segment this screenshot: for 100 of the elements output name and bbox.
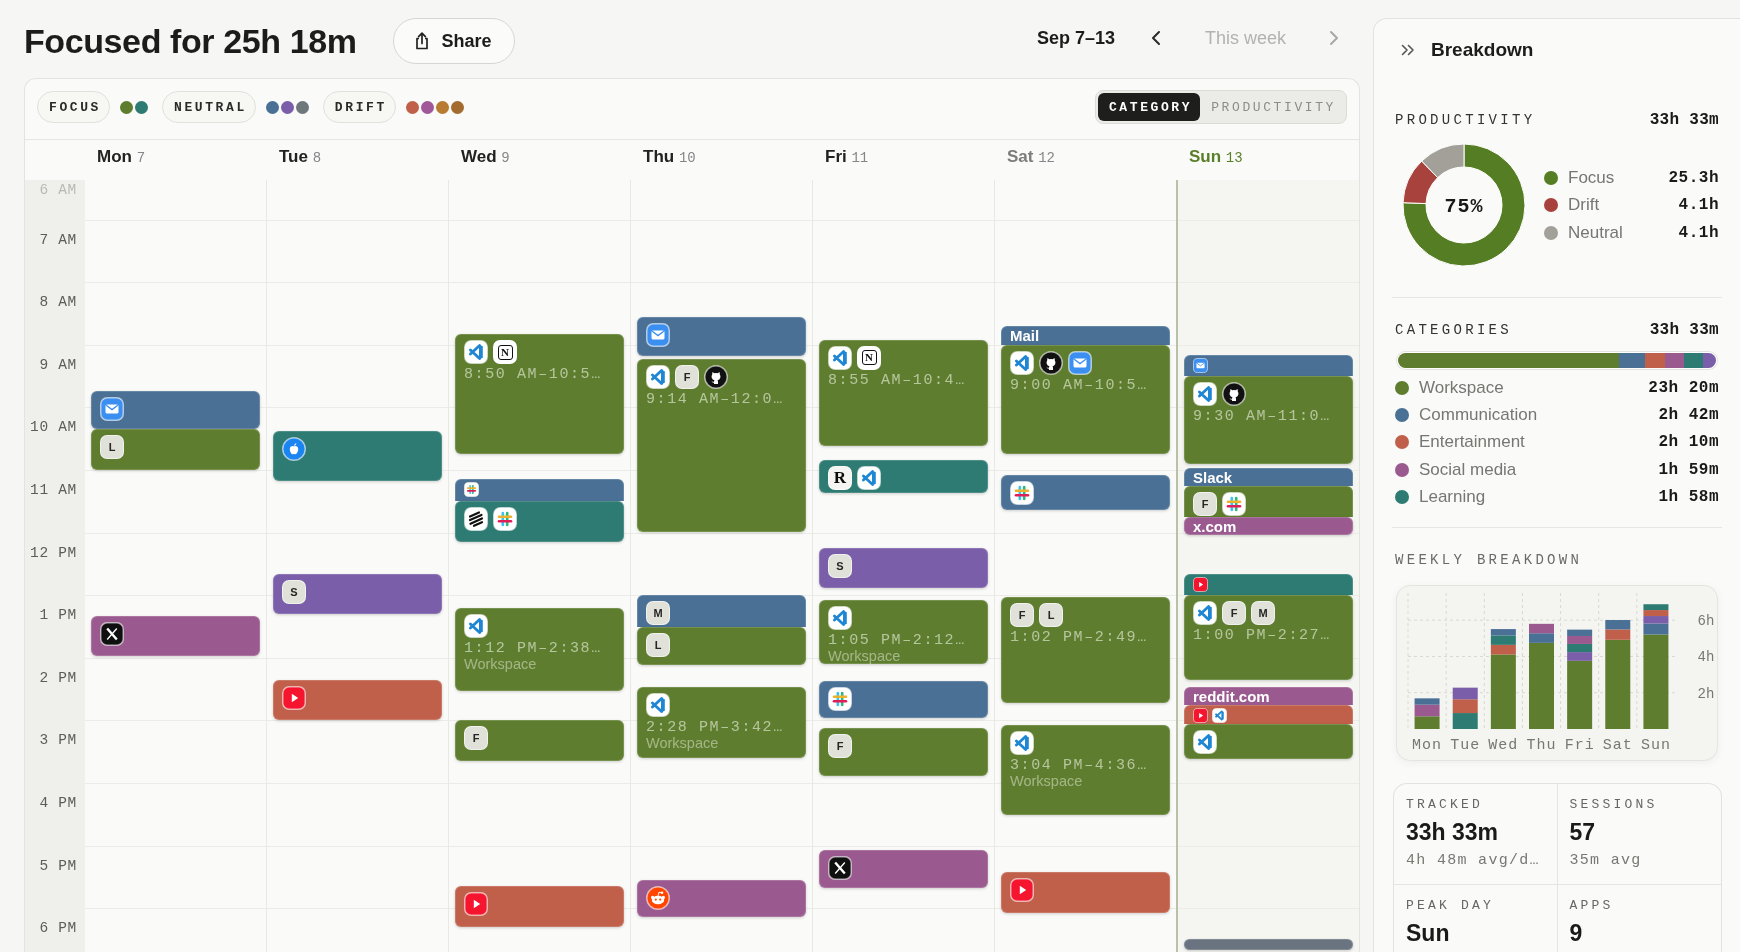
filter-chip[interactable]: FOCUS <box>37 91 110 123</box>
ribbon-icon <box>828 606 852 631</box>
ribbon-icon <box>464 613 488 638</box>
event-block[interactable]: N 8:50 AM–10:5… <box>455 334 624 454</box>
bar-segment <box>1567 636 1593 645</box>
play-icon <box>1193 707 1208 723</box>
event-block[interactable] <box>91 616 260 656</box>
axis-category-label: Wed <box>1488 737 1519 755</box>
axis-tick-label: 2h <box>1697 686 1715 703</box>
stat-label: APPS <box>1569 898 1615 915</box>
event-block[interactable]: F <box>819 727 988 776</box>
event-block[interactable]: Slack <box>1184 467 1353 486</box>
letter-tile: L <box>1039 603 1063 628</box>
day-heading: Mon 7 <box>96 146 147 168</box>
legend-label: Neutral <box>1568 222 1623 243</box>
axis-category-label: Mon <box>1412 737 1443 755</box>
toggle-option[interactable]: CATEGORY <box>1097 93 1201 121</box>
letter-tile: M <box>1251 601 1275 626</box>
ribbon-icon <box>1193 729 1217 754</box>
hour-label: 4 PM <box>39 795 77 811</box>
hash-icon <box>493 507 517 532</box>
axis-category-label: Fri <box>1564 737 1595 755</box>
event-title: reddit.com <box>1193 689 1271 706</box>
stat-note: 35m avg <box>1569 852 1643 871</box>
event-block[interactable]: L <box>637 626 806 666</box>
legend-value: 4.1h <box>1678 223 1719 242</box>
event-time: 2:28 PM–3:42… <box>646 720 785 737</box>
letter-tile: S <box>828 554 852 579</box>
envelope-icon <box>1193 358 1208 374</box>
hour-label: 12 PM <box>30 544 77 561</box>
hour-label: 5 PM <box>39 857 77 874</box>
filter-chip[interactable]: NEUTRAL <box>162 91 256 123</box>
day-heading: Sat 12 <box>1006 146 1056 168</box>
play-icon <box>282 685 306 710</box>
event-block[interactable]: F <box>1184 485 1353 517</box>
event-block[interactable]: S <box>273 574 442 615</box>
axis-tick-label: 6h <box>1697 613 1715 630</box>
ribbon-icon <box>1193 601 1217 626</box>
event-time: 8:55 AM–10:4… <box>828 372 967 389</box>
event-category: Workspace <box>828 649 902 665</box>
filter-chip[interactable]: DRIFT <box>322 91 396 123</box>
hour-label: 11 AM <box>30 482 77 498</box>
alien-icon <box>646 886 670 911</box>
event-block[interactable]: reddit.com <box>1184 687 1353 705</box>
bar-segment <box>1452 713 1478 730</box>
event-block[interactable]: M <box>637 595 806 627</box>
chevron-left-icon <box>1150 30 1161 46</box>
bar-segment <box>1452 688 1478 700</box>
event-block[interactable]: Mail <box>1001 326 1170 345</box>
event-time: 3:04 PM–4:36… <box>1010 757 1149 774</box>
bar-segment <box>1529 624 1554 634</box>
category-value: 2h 42m <box>1658 405 1719 424</box>
axis-tick-label: 4h <box>1697 649 1715 666</box>
share-button[interactable]: Share <box>392 18 515 64</box>
chevron-right-icon <box>1329 30 1339 46</box>
hash-icon <box>828 686 852 711</box>
letter-tile: R <box>828 465 852 490</box>
event-block[interactable] <box>819 849 988 888</box>
letter-tile: F <box>1222 601 1246 626</box>
stat-value: Sun <box>1406 920 1451 947</box>
ribbon-icon <box>1212 707 1227 723</box>
stripes-icon <box>464 507 488 532</box>
legend-value: 25.3h <box>1668 168 1719 187</box>
letter-tile: F <box>675 365 699 390</box>
event-block[interactable]: R <box>819 459 988 494</box>
day-heading: Sun 13 <box>1188 146 1244 168</box>
event-block[interactable]: N 8:55 AM–10:4… <box>819 339 988 447</box>
event-block[interactable]: S <box>819 548 988 589</box>
event-block[interactable]: F L 1:02 PM–2:49… <box>1001 597 1170 703</box>
event-block[interactable]: L <box>91 429 260 471</box>
panel-title: Breakdown <box>1431 39 1534 61</box>
letter-tile: N <box>493 340 517 365</box>
event-time: 1:05 PM–2:12… <box>828 633 967 650</box>
event-title: x.com <box>1193 519 1238 535</box>
event-block[interactable]: F M 1:00 PM–2:27… <box>1184 595 1353 680</box>
bar-segment <box>1452 699 1478 714</box>
letter-tile: L <box>100 435 124 460</box>
event-time: 9:00 AM–10:5… <box>1010 377 1149 394</box>
hash-icon <box>1010 481 1034 506</box>
event-block[interactable]: F <box>455 720 624 762</box>
event-time: 1:02 PM–2:49… <box>1010 630 1149 647</box>
ribbon-icon <box>1010 730 1034 755</box>
event-block[interactable]: F 9:14 AM–12:0… <box>637 359 806 532</box>
letter-tile: F <box>1010 603 1034 628</box>
event-time: 1:00 PM–2:27… <box>1193 628 1332 645</box>
ribbon-icon <box>646 693 670 718</box>
hour-label: 6 AM <box>39 182 77 198</box>
event-time: 9:14 AM–12:0… <box>646 392 785 409</box>
cat-icon <box>704 365 728 390</box>
letter-tile: M <box>646 601 670 626</box>
bar-segment <box>1414 716 1440 730</box>
category-label: Social media <box>1419 459 1517 480</box>
cat-icon <box>1222 382 1246 407</box>
envelope-icon <box>646 322 670 347</box>
envelope-icon <box>1068 350 1092 375</box>
section-total: 33h 33m <box>1649 321 1719 339</box>
axis-category-label: Tue <box>1450 737 1481 755</box>
legend-value: 4.1h <box>1678 196 1719 214</box>
stat-label: PEAK DAY <box>1406 898 1495 915</box>
play-icon <box>1010 877 1034 902</box>
